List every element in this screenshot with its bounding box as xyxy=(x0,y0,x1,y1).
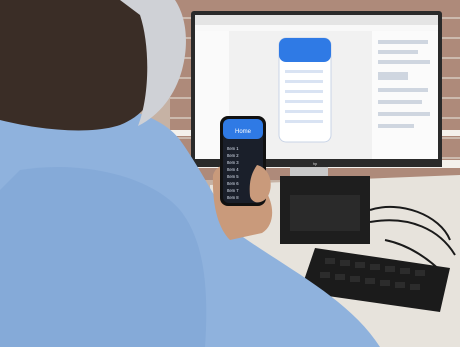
phone-list-item: Item 2 xyxy=(227,153,239,158)
scene-illustration: hp Home Item 1 Item 2 Item 3 Item 4 Item… xyxy=(0,0,460,347)
phone-list-item: Item 6 xyxy=(227,181,239,186)
phone-preview-header xyxy=(279,38,331,62)
phone-list-item: Item 1 xyxy=(227,146,239,151)
phone-list-item: Item 8 xyxy=(227,195,239,200)
photo-scene: hp Home Item 1 Item 2 Item 3 Item 4 Item… xyxy=(0,0,460,347)
phone-list-item: Item 3 xyxy=(227,160,239,165)
phone-list-item: Item 4 xyxy=(227,167,239,172)
person-hair xyxy=(0,0,160,131)
phone-app-title: Home xyxy=(235,129,252,135)
pc-tower-vent xyxy=(290,195,360,231)
phone-list-item: Item 5 xyxy=(227,174,239,179)
browser-address-bar xyxy=(195,25,438,31)
browser-tab-bar xyxy=(195,15,438,25)
phone-list-item: Item 7 xyxy=(227,188,239,193)
monitor-brand-label: hp xyxy=(313,161,318,166)
